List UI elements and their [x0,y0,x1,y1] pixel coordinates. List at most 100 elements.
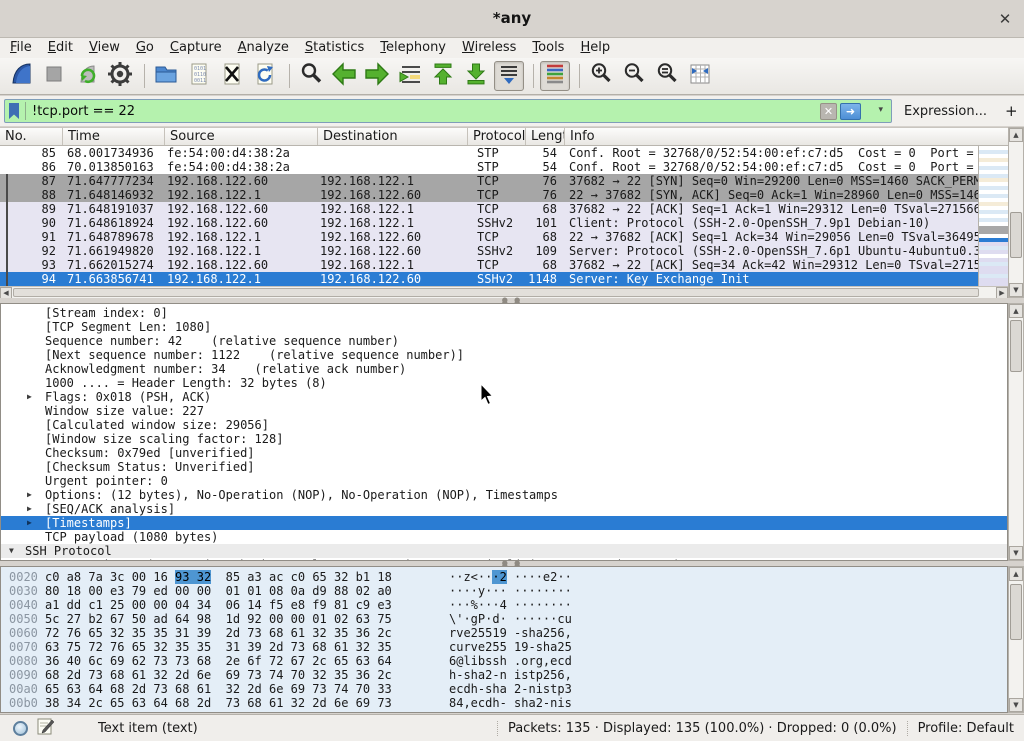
hex-row-0090[interactable]: 009068 2d 73 68 61 32 2d 6e 69 73 74 70 … [1,668,1007,682]
filter-dropdown-icon[interactable]: ▾ [878,105,883,115]
filter-apply-button[interactable]: ➜ [840,103,861,120]
scroll-down-icon[interactable]: ▼ [1009,698,1023,712]
go-to-first-button[interactable] [428,61,458,91]
column-header-source[interactable]: Source [165,128,318,145]
detail-line[interactable]: Checksum: 0x79ed [unverified] [1,446,1007,460]
hex-bytes[interactable]: 65 63 64 68 2d 73 68 61 32 2d 6e 69 73 7… [45,682,413,696]
column-header-no[interactable]: No. [0,128,63,145]
packet-row-92[interactable]: 9271.661949820192.168.122.1192.168.122.6… [0,244,978,258]
packet-list-hscroll-thumb[interactable] [13,288,979,297]
menu-item-view[interactable]: View [81,39,128,57]
hex-bytes[interactable]: 5c 27 b2 67 50 ad 64 98 1d 92 00 00 01 0… [45,612,413,626]
scroll-up-icon[interactable]: ▲ [1009,128,1023,142]
ascii-bytes[interactable]: curve255 19-sha25 [413,640,572,654]
go-forward-button[interactable] [362,61,392,91]
detail-line[interactable]: ▶[Timestamps] [1,516,1007,530]
go-to-packet-button[interactable] [395,61,425,91]
menu-item-edit[interactable]: Edit [40,39,81,57]
detail-line[interactable]: Window size value: 227 [1,404,1007,418]
hex-row-00b0[interactable]: 00b038 34 2c 65 63 64 68 2d 73 68 61 32 … [1,696,1007,710]
detail-line[interactable]: Urgent pointer: 0 [1,474,1007,488]
auto-scroll-button[interactable] [494,61,524,91]
packet-row-88[interactable]: 8871.648146932192.168.122.1192.168.122.6… [0,188,978,202]
detail-line[interactable]: ▼SSH Protocol [1,544,1007,558]
hex-bytes[interactable]: c0 a8 7a 3c 00 16 93 32 85 a3 ac c0 65 3… [45,570,413,584]
collapsed-arrow-icon[interactable]: ▶ [27,502,32,516]
scroll-up-icon[interactable]: ▲ [1009,304,1023,318]
menu-item-capture[interactable]: Capture [162,39,230,57]
ascii-bytes[interactable]: \'·gP·d· ······cu [413,612,572,626]
packet-list-vscrollbar[interactable]: ▲ ▼ [1008,127,1024,298]
detail-line[interactable]: ▶Flags: 0x018 (PSH, ACK) [1,390,1007,404]
expanded-arrow-icon[interactable]: ▼ [9,544,14,558]
detail-line[interactable]: Sequence number: 42 (relative sequence n… [1,334,1007,348]
detail-line[interactable]: [Calculated window size: 29056] [1,418,1007,432]
menu-item-file[interactable]: File [2,39,40,57]
go-to-last-button[interactable] [461,61,491,91]
hex-row-00a0[interactable]: 00a065 63 64 68 2d 73 68 61 32 2d 6e 69 … [1,682,1007,696]
packet-row-85[interactable]: 8568.001734936fe:54:00:d4:38:2aSTP54Conf… [0,146,978,160]
hex-bytes[interactable]: 38 34 2c 65 63 64 68 2d 73 68 61 32 2d 6… [45,696,413,710]
hex-row-0040[interactable]: 0040a1 dd c1 25 00 00 04 34 06 14 f5 e8 … [1,598,1007,612]
packet-list-vscroll-thumb[interactable] [1010,212,1022,258]
stop-capture-button[interactable] [39,61,69,91]
packet-row-89[interactable]: 8971.648191037192.168.122.60192.168.122.… [0,202,978,216]
detail-line[interactable]: Acknowledgment number: 34 (relative ack … [1,362,1007,376]
column-header-destination[interactable]: Destination [318,128,468,145]
ascii-bytes[interactable]: ··z<···2 ····e2·· [413,570,572,584]
close-window-button[interactable]: ✕ [994,8,1016,30]
filter-add-button[interactable]: + [1005,102,1018,120]
packet-row-93[interactable]: 9371.662015274192.168.122.60192.168.122.… [0,258,978,272]
detail-line[interactable]: 1000 .... = Header Length: 32 bytes (8) [1,376,1007,390]
hex-row-0030[interactable]: 003080 18 00 e3 79 ed 00 00 01 01 08 0a … [1,584,1007,598]
hex-bytes[interactable]: 72 76 65 32 35 35 31 39 2d 73 68 61 32 3… [45,626,413,640]
packet-row-90[interactable]: 9071.648618924192.168.122.60192.168.122.… [0,216,978,230]
collapsed-arrow-icon[interactable]: ▶ [27,516,32,530]
find-packet-button[interactable] [296,61,326,91]
menu-item-statistics[interactable]: Statistics [297,39,372,57]
packet-row-87[interactable]: 8771.647777234192.168.122.60192.168.122.… [0,174,978,188]
expert-info-icon[interactable] [13,721,28,736]
packet-row-91[interactable]: 9171.648789678192.168.122.1192.168.122.6… [0,230,978,244]
ascii-bytes[interactable]: rve25519 -sha256, [413,626,572,640]
intelligent-scrollbar-minimap[interactable] [978,146,1008,286]
ascii-bytes[interactable]: 84,ecdh- sha2-nis [413,696,572,710]
column-header-length[interactable]: Length [526,128,565,145]
reload-file-button[interactable] [250,61,280,91]
detail-line[interactable]: ▶[SEQ/ACK analysis] [1,502,1007,516]
menu-item-wireless[interactable]: Wireless [454,39,524,57]
detail-line[interactable]: [TCP Segment Len: 1080] [1,320,1007,334]
filter-clear-button[interactable]: ✕ [820,103,837,120]
display-filter-input[interactable]: !tcp.port == 22 ✕ ➜ ▾ [4,99,892,123]
ascii-bytes[interactable]: ecdh-sha 2-nistp3 [413,682,572,696]
hex-row-0070[interactable]: 007063 75 72 76 65 32 35 35 31 39 2d 73 … [1,640,1007,654]
detail-line[interactable]: ▶Options: (12 bytes), No-Operation (NOP)… [1,488,1007,502]
detail-line[interactable]: [Stream index: 0] [1,306,1007,320]
filter-bookmark-icon[interactable] [9,103,19,119]
hex-bytes[interactable]: 68 2d 73 68 61 32 2d 6e 69 73 74 70 32 3… [45,668,413,682]
detail-line[interactable]: [Next sequence number: 1122 (relative se… [1,348,1007,362]
column-header-time[interactable]: Time [63,128,165,145]
capture-options-button[interactable] [105,61,135,91]
scroll-up-icon[interactable]: ▲ [1009,567,1023,581]
ascii-bytes[interactable]: ···%···4 ········ [413,598,572,612]
column-header-info[interactable]: Info [565,128,1008,145]
menu-item-tools[interactable]: Tools [524,39,572,57]
hex-bytes[interactable]: 63 75 72 76 65 32 35 35 31 39 2d 73 68 6… [45,640,413,654]
hex-bytes[interactable]: 36 40 6c 69 62 73 73 68 2e 6f 72 67 2c 6… [45,654,413,668]
hex-row-0020[interactable]: 0020c0 a8 7a 3c 00 16 93 32 85 a3 ac c0 … [1,570,1007,584]
details-vscrollbar[interactable]: ▲ ▼ [1008,303,1024,561]
zoom-in-button[interactable] [586,61,616,91]
bytes-vscroll-thumb[interactable] [1010,584,1022,640]
hex-row-0060[interactable]: 006072 76 65 32 35 35 31 39 2d 73 68 61 … [1,626,1007,640]
collapsed-arrow-icon[interactable]: ▶ [27,488,32,502]
detail-line[interactable]: TCP payload (1080 bytes) [1,530,1007,544]
details-vscroll-thumb[interactable] [1010,320,1022,372]
hex-row-0050[interactable]: 00505c 27 b2 67 50 ad 64 98 1d 92 00 00 … [1,612,1007,626]
resize-columns-button[interactable] [685,61,715,91]
column-header-protocol[interactable]: Protocol [468,128,526,145]
start-capture-button[interactable] [6,61,36,91]
detail-line[interactable]: [Checksum Status: Unverified] [1,460,1007,474]
restart-capture-button[interactable] [72,61,102,91]
expression-button[interactable]: Expression... [904,104,987,119]
